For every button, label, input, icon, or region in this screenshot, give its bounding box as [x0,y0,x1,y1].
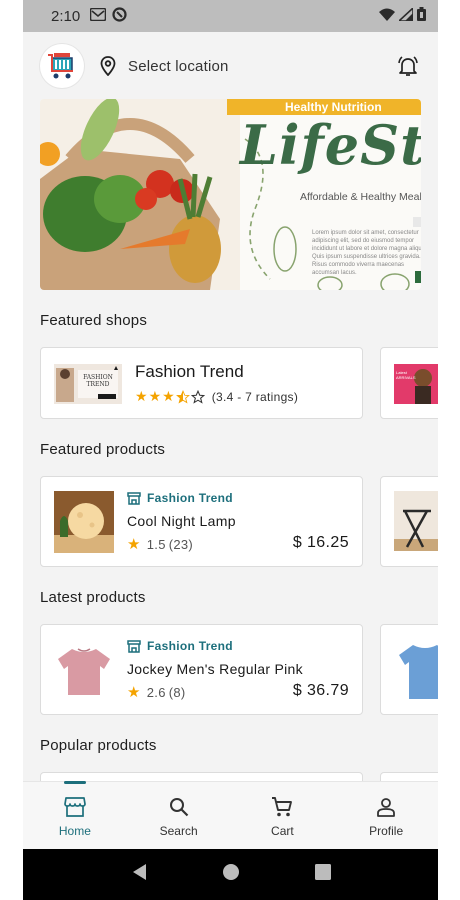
product-rating-count: (23) [168,536,194,552]
signal-icon [396,5,414,25]
nav-cart-label: Cart [271,824,294,838]
product-rating: ★ 2.6 (8) [127,683,186,701]
product-rating-value: 1.5 [146,536,166,552]
star-full-icon: ★ [135,388,148,404]
location-pin-icon[interactable] [98,55,118,77]
battery-icon [417,7,426,25]
product-name: Cool Night Lamp [127,513,236,529]
shop-name: Fashion Trend [135,362,244,381]
search-icon [169,796,189,818]
star-icon: ★ [127,536,141,553]
product-shop-link[interactable]: Fashion Trend [127,491,233,505]
shop-peek-thumbnail-text: Latest ARRIVALS [396,370,416,380]
product-thumbnail [54,639,114,701]
recents-icon[interactable] [314,864,331,885]
product-thumbnail [54,491,114,553]
featured-products-title: Featured products [40,441,166,458]
product-thumbnail [394,491,438,551]
nav-profile[interactable]: Profile [334,782,438,849]
product-card[interactable]: Fashion Trend Cool Night Lamp ★ 1.5 (23)… [40,476,363,567]
shop-card-peek[interactable]: Latest ARRIVALS [380,347,438,419]
product-price: $ 36.79 [292,682,349,699]
latest-products-title: Latest products [40,589,146,606]
product-shop-name: Fashion Trend [147,491,233,505]
shop-thumbnail [394,364,438,404]
shop-rating: ★ ★ ★ (3.4 - 7 ratings) [135,388,298,405]
product-price: $ 16.25 [292,534,349,551]
gmail-icon [89,7,107,25]
shop-thumbnail: FASHION TREND [54,364,122,404]
nav-search-label: Search [159,824,198,838]
phone-screen: 2:10 Select location Healthy Nutrition L… [23,0,438,900]
star-full-icon: ★ [162,388,175,404]
nav-home[interactable]: Home [23,782,127,849]
nav-cart[interactable]: Cart [231,782,335,849]
cart-icon [271,796,293,818]
nav-search[interactable]: Search [127,782,231,849]
wifi-icon [379,8,395,25]
shop-thumbnail-text: FASHION TREND [83,374,113,388]
product-card[interactable]: Fashion Trend Jockey Men's Regular Pink … [40,624,363,715]
product-shop-name: Fashion Trend [147,639,233,653]
banner-button [413,217,421,227]
nav-home-label: Home [58,824,91,838]
top-bar: Select location [23,32,438,100]
app-logo[interactable] [40,44,84,88]
banner-accent [415,271,421,283]
product-rating-value: 2.6 [146,684,166,700]
person-icon [376,796,396,818]
star-half-icon [175,389,190,404]
bottom-navigation: Home Search Cart Profile [23,781,438,849]
star-icon: ★ [127,684,141,701]
shopping-cart-logo-icon [48,53,73,79]
nav-profile-label: Profile [369,824,404,838]
product-card-peek[interactable] [380,624,438,715]
data-saver-icon [112,6,127,26]
status-time: 2:10 [51,7,81,25]
banner-subtitle: Affordable & Healthy Meals [300,191,421,203]
banner-body-text: Lorem ipsum dolor sit amet, consectetur … [312,230,421,276]
notification-bell-icon[interactable] [395,53,421,79]
featured-shops-title: Featured shops [40,312,148,329]
home-circle-icon[interactable] [222,863,240,886]
star-empty-icon [190,389,205,404]
promo-banner[interactable]: Healthy Nutrition LifeStyle Affordable &… [40,99,421,290]
shop-rating-text: (3.4 - 7 ratings) [211,389,299,404]
product-shop-link[interactable]: Fashion Trend [127,639,233,653]
product-card-peek[interactable] [380,476,438,567]
star-full-icon: ★ [148,388,162,404]
store-icon [127,639,141,653]
popular-products-title: Popular products [40,737,157,754]
back-icon[interactable] [131,863,147,886]
product-name: Jockey Men's Regular Pink [127,661,303,677]
status-bar: 2:10 [23,0,438,32]
product-rating: ★ 1.5 (23) [127,535,193,553]
shop-card[interactable]: FASHION TREND Fashion Trend ★ ★ ★ (3.4 -… [40,347,363,419]
product-thumbnail [399,645,438,699]
store-icon [127,491,141,505]
store-icon [64,796,86,818]
banner-headline: LifeStyle [240,113,421,177]
product-rating-count: (8) [168,684,186,700]
system-navigation-bar [23,849,438,900]
select-location-label[interactable]: Select location [128,58,229,75]
